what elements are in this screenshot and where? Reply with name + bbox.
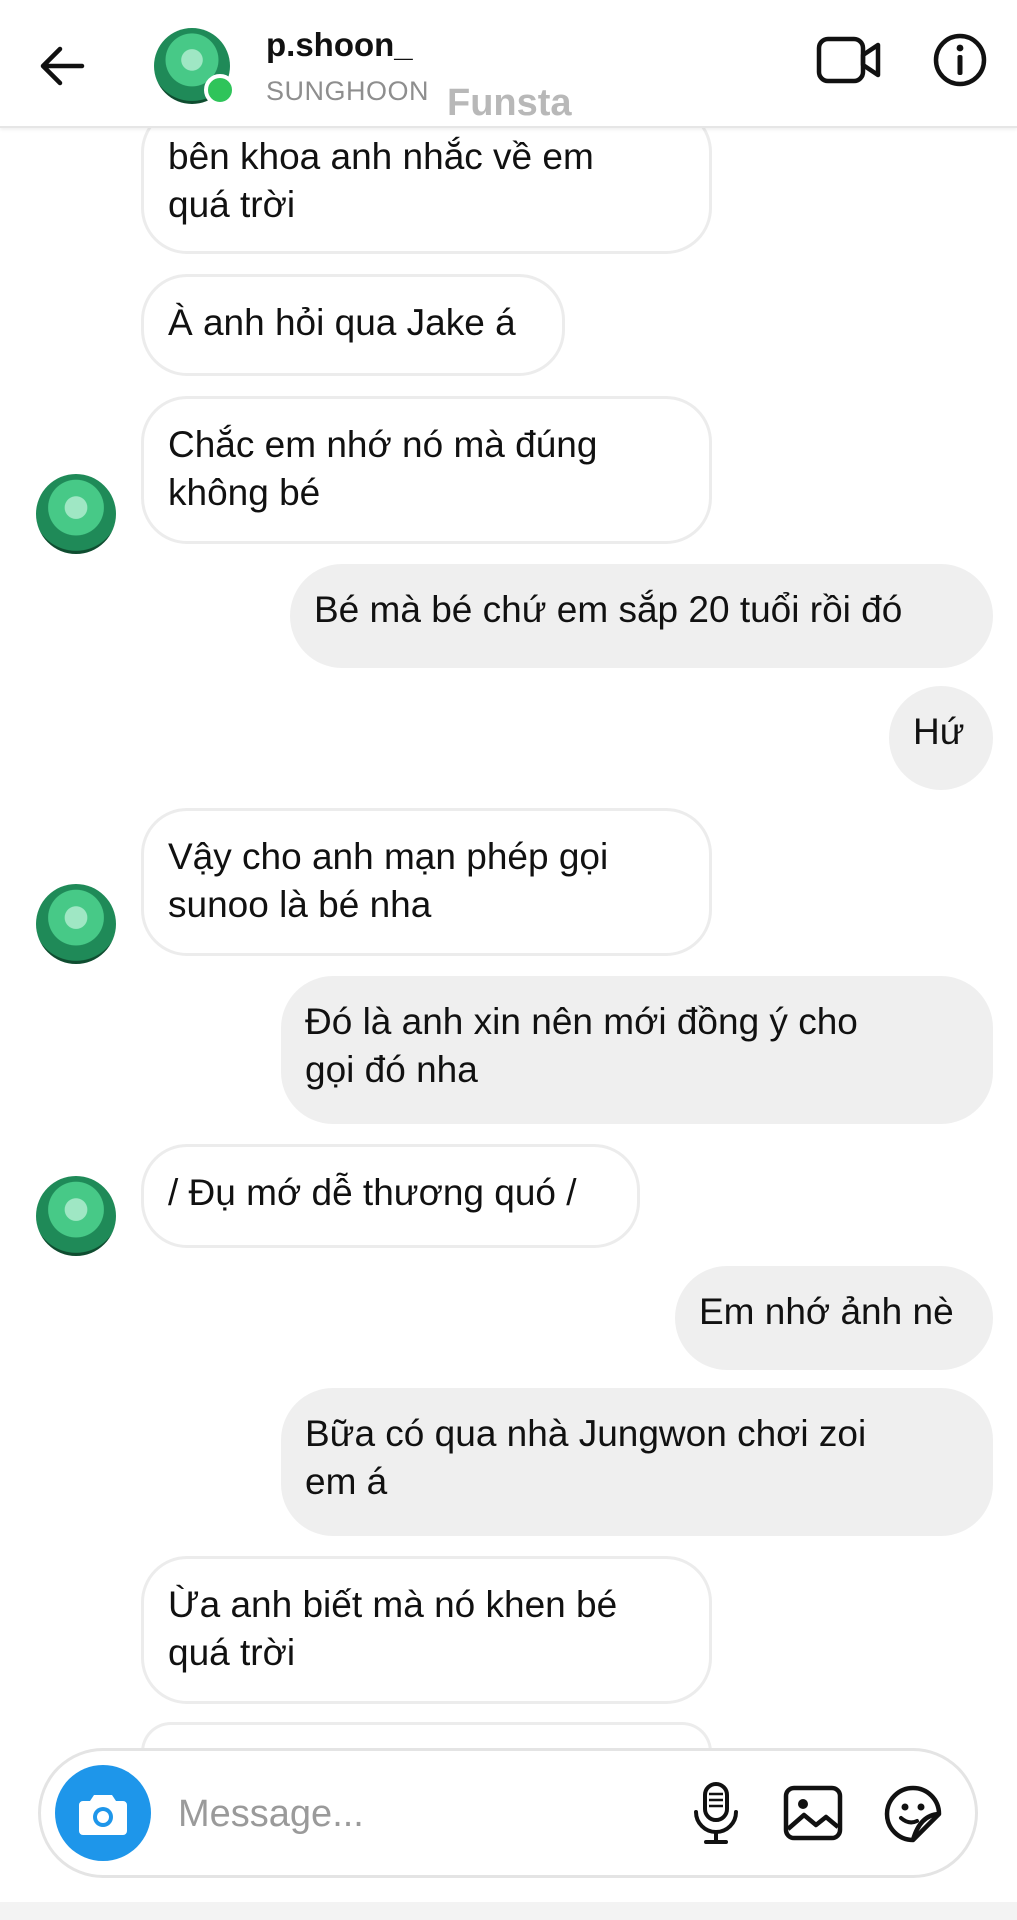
camera-icon xyxy=(79,1795,127,1835)
message-sent[interactable]: Em nhớ ảnh nè xyxy=(675,1266,993,1370)
sticker-icon[interactable] xyxy=(884,1785,942,1843)
message-composer xyxy=(38,1748,978,1878)
info-icon[interactable] xyxy=(932,32,988,88)
avatar-image xyxy=(36,474,116,554)
sender-avatar[interactable] xyxy=(36,474,116,554)
message-received[interactable]: Chắc em nhớ nó mà đúng không bé xyxy=(141,396,712,544)
video-camera-icon[interactable] xyxy=(816,34,882,86)
message-sent[interactable]: Bữa có qua nhà Jungwon chơi zoi em á xyxy=(281,1388,993,1536)
online-status-dot xyxy=(204,74,236,106)
avatar-image xyxy=(36,1176,116,1256)
message-input[interactable] xyxy=(176,1785,700,1843)
message-received[interactable]: / Đụ mớ dễ thương quó / xyxy=(141,1144,640,1248)
username[interactable]: p.shoon_ xyxy=(266,26,413,64)
avatar-image xyxy=(36,884,116,964)
arrow-left-icon[interactable] xyxy=(36,40,88,92)
microphone-icon[interactable] xyxy=(686,1781,746,1845)
camera-button[interactable] xyxy=(55,1765,151,1861)
header-avatar[interactable] xyxy=(154,28,236,106)
watermark-text: Funsta xyxy=(447,82,572,124)
message-received[interactable]: À anh hỏi qua Jake á xyxy=(141,274,565,376)
message-sent[interactable]: Bé mà bé chứ em sắp 20 tuổi rồi đó xyxy=(290,564,993,668)
message-sent[interactable]: Đó là anh xin nên mới đồng ý cho gọi đó … xyxy=(281,976,993,1124)
image-icon[interactable] xyxy=(783,1785,843,1841)
message-sent[interactable]: Hứ xyxy=(889,686,993,790)
chat-header: p.shoon_ SUNGHOON Funsta xyxy=(0,0,1017,128)
message-received[interactable]: Ừa anh biết mà nó khen bé quá trời xyxy=(141,1556,712,1704)
sender-avatar[interactable] xyxy=(36,884,116,964)
message-received[interactable]: bên khoa anh nhắc về em quá trời xyxy=(141,106,712,254)
sender-avatar[interactable] xyxy=(36,1176,116,1256)
message-received[interactable]: Vậy cho anh mạn phép gọi sunoo là bé nha xyxy=(141,808,712,956)
bottom-safe-area xyxy=(0,1902,1017,1920)
display-name: SUNGHOON xyxy=(266,76,430,106)
